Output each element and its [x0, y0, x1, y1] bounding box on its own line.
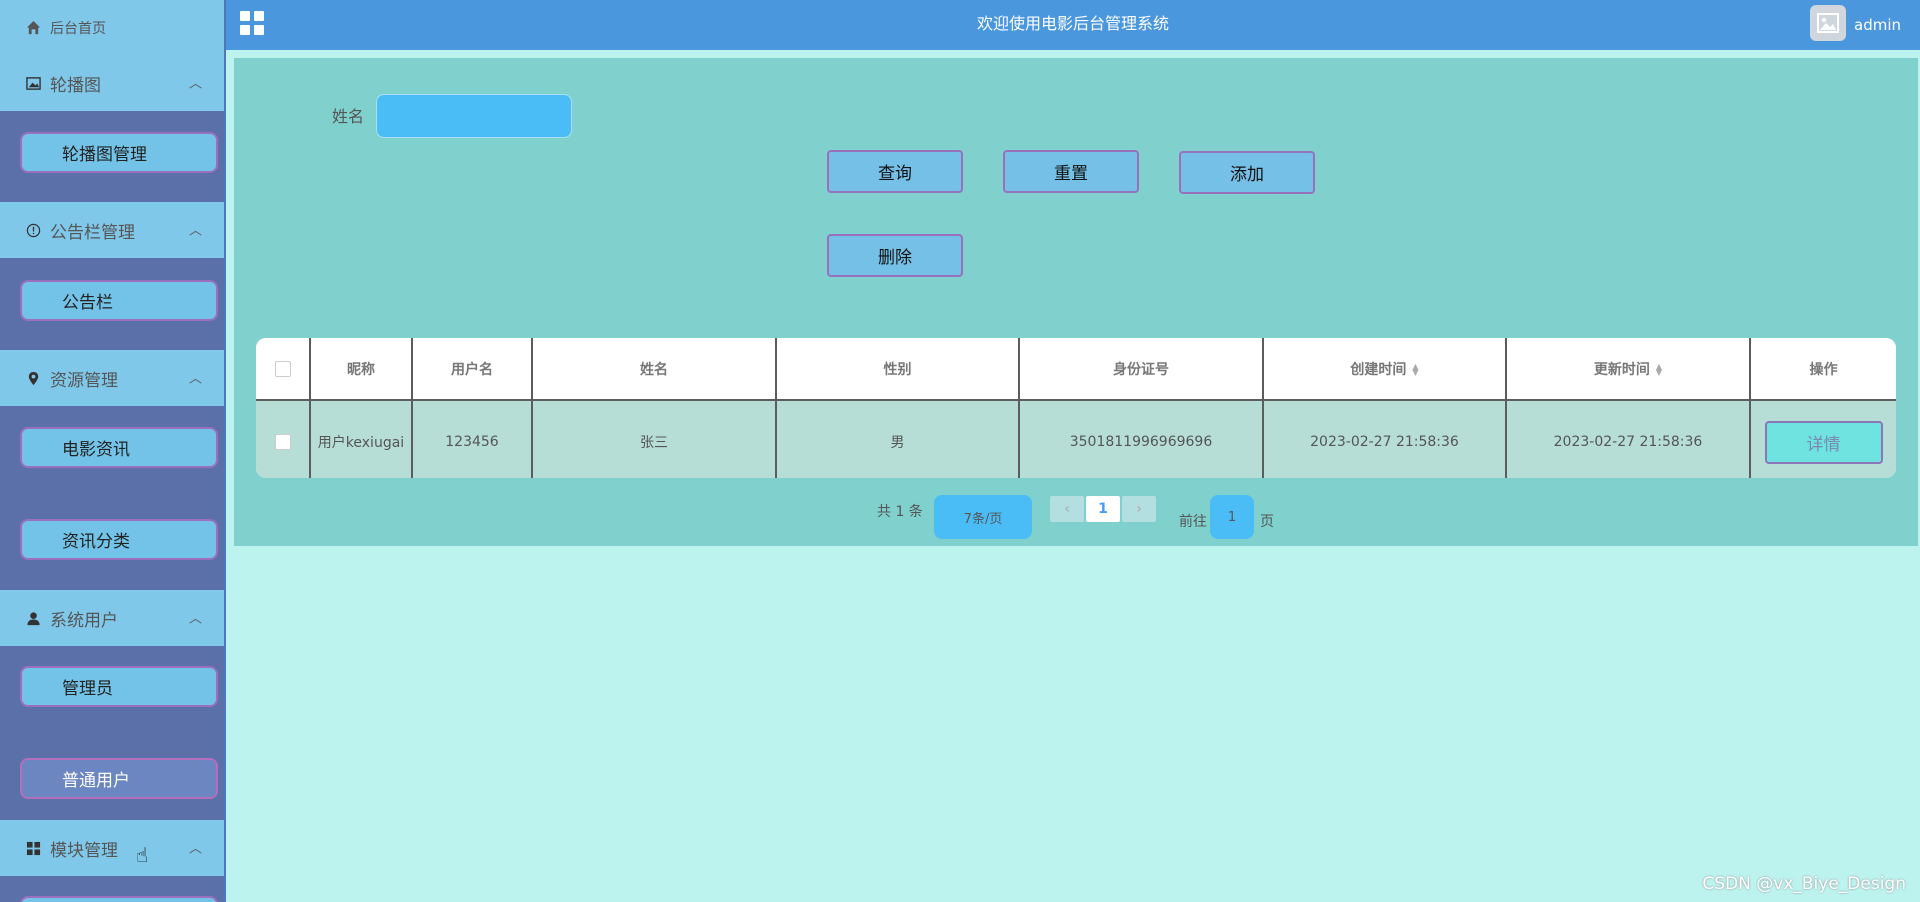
cell-created: 2023-02-27 21:58:36	[1263, 399, 1507, 478]
cell-username: 123456	[412, 399, 533, 478]
sidebar-item-carousel-manage[interactable]: 轮播图管理	[20, 132, 218, 173]
name-search-input[interactable]	[376, 94, 572, 138]
col-created-label: 创建时间	[1350, 361, 1407, 378]
cell-action: 详情	[1750, 399, 1896, 478]
table-row: 用户kexiugai 123456 张三 男 3501811996969696 …	[256, 399, 1896, 478]
page-title: 欢迎使用电影后台管理系统	[976, 14, 1169, 33]
sidebar-group-label: 资源管理	[50, 370, 118, 391]
main-panel: 姓名 查询 重置 添加 删除 昵称 用户名 姓名 性别 身份证号 创建时间 ▲ ▼ …	[234, 58, 1918, 546]
top-bar: 欢迎使用电影后台管理系统 admin	[226, 0, 1920, 50]
sidebar-item-label: 普通用户	[62, 771, 130, 791]
sidebar: 后台首页 轮播图 ︿ 轮播图管理 公告栏管理 ︿ 公告栏 资源管理 ︿ 电影资讯…	[0, 0, 226, 902]
home-icon	[24, 19, 42, 37]
col-updated-label: 更新时间	[1593, 361, 1650, 378]
prev-page-icon[interactable]: ‹	[1050, 496, 1084, 522]
sidebar-item-admin[interactable]: 管理员	[20, 666, 218, 707]
sidebar-item-label: 电影资讯	[62, 440, 130, 460]
sidebar-item-label: 轮播图管理	[62, 145, 147, 165]
col-nickname: 昵称	[310, 338, 413, 400]
sidebar-group-label: 模块管理	[50, 840, 118, 861]
image-placeholder-icon	[1817, 13, 1839, 33]
page-size-select[interactable]: 7条/页	[934, 495, 1032, 539]
sidebar-group-resources[interactable]: 资源管理 ︿	[0, 350, 224, 406]
sidebar-home[interactable]: 后台首页	[0, 0, 224, 55]
cell-gender: 男	[776, 399, 1020, 478]
chevron-up-icon: ︿	[188, 223, 202, 239]
col-username: 用户名	[412, 338, 533, 400]
sidebar-item-news-category[interactable]: 资讯分类	[20, 519, 218, 560]
page-number-current[interactable]: 1	[1086, 496, 1120, 522]
chevron-up-icon: ︿	[188, 76, 202, 92]
detail-button[interactable]: 详情	[1764, 420, 1883, 464]
info-icon	[24, 221, 42, 239]
sort-icon[interactable]: ▲ ▼	[1412, 362, 1418, 376]
user-table: 昵称 用户名 姓名 性别 身份证号 创建时间 ▲ ▼ 更新时间 ▲ ▼ 操作 用户kex…	[256, 338, 1896, 478]
location-icon	[24, 369, 42, 387]
user-icon	[24, 609, 42, 627]
cell-updated: 2023-02-27 21:58:36	[1506, 399, 1751, 478]
next-page-icon[interactable]: ›	[1122, 496, 1156, 522]
sidebar-item-label: 管理员	[62, 679, 113, 699]
goto-label: 前往	[1179, 514, 1207, 530]
col-gender: 性别	[776, 338, 1020, 400]
sidebar-item-label: 资讯分类	[62, 532, 130, 552]
cell-nickname: 用户kexiugai	[310, 399, 413, 478]
sidebar-group-modules[interactable]: 模块管理 ︿	[0, 820, 224, 876]
user-name[interactable]: admin	[1854, 16, 1901, 34]
hand-cursor-icon: ☝	[136, 843, 149, 867]
sidebar-group-label: 轮播图	[50, 75, 101, 96]
pagination-total: 共 1 条	[877, 504, 923, 520]
chevron-up-icon: ︿	[188, 611, 202, 627]
sort-icon[interactable]: ▲ ▼	[1656, 362, 1662, 376]
table-header-row: 昵称 用户名 姓名 性别 身份证号 创建时间 ▲ ▼ 更新时间 ▲ ▼ 操作	[256, 338, 1896, 400]
col-created[interactable]: 创建时间 ▲ ▼	[1263, 338, 1507, 400]
grid-icon	[24, 839, 42, 857]
sidebar-item-partial[interactable]	[20, 896, 218, 902]
name-label: 姓名	[332, 107, 365, 126]
query-button[interactable]: 查询	[827, 150, 963, 193]
avatar[interactable]	[1810, 5, 1846, 41]
image-icon	[24, 74, 42, 92]
row-checkbox[interactable]	[256, 399, 311, 478]
page-suffix-label: 页	[1260, 514, 1274, 530]
col-updated[interactable]: 更新时间 ▲ ▼	[1506, 338, 1751, 400]
delete-button[interactable]: 删除	[827, 234, 963, 277]
sidebar-home-label: 后台首页	[50, 20, 106, 37]
select-all-checkbox[interactable]	[256, 338, 311, 400]
sidebar-group-carousel[interactable]: 轮播图 ︿	[0, 55, 224, 111]
chevron-up-icon: ︿	[188, 371, 202, 387]
cell-id-number: 3501811996969696	[1019, 399, 1264, 478]
sidebar-group-label: 公告栏管理	[50, 222, 135, 243]
add-button[interactable]: 添加	[1179, 151, 1315, 194]
sidebar-group-notice[interactable]: 公告栏管理 ︿	[0, 202, 224, 258]
sidebar-item-normal-user[interactable]: 普通用户	[20, 758, 218, 799]
col-action: 操作	[1750, 338, 1896, 400]
sidebar-item-label: 公告栏	[62, 293, 113, 313]
goto-page-input[interactable]: 1	[1210, 495, 1254, 539]
sidebar-group-system-users[interactable]: 系统用户 ︿	[0, 590, 224, 646]
sidebar-item-movie-news[interactable]: 电影资讯	[20, 427, 218, 468]
reset-button[interactable]: 重置	[1003, 150, 1139, 193]
sidebar-item-notice[interactable]: 公告栏	[20, 280, 218, 321]
chevron-up-icon: ︿	[188, 841, 202, 857]
sidebar-group-label: 系统用户	[50, 610, 118, 631]
cell-name: 张三	[532, 399, 777, 478]
col-id-number: 身份证号	[1019, 338, 1264, 400]
watermark: CSDN @vx_Biye_Design	[1702, 874, 1906, 894]
col-name: 姓名	[532, 338, 777, 400]
